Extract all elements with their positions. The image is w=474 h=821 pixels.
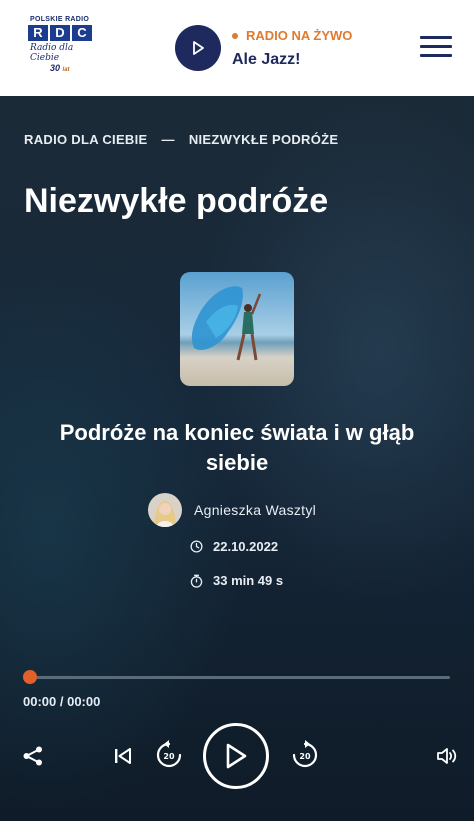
live-radio-text: RADIO NA ŻYWO (246, 28, 353, 43)
podcast-player-section: RADIO DLA CIEBIE — NIEZWYKŁE PODRÓŻE Nie… (0, 96, 474, 821)
live-play-button[interactable] (175, 25, 221, 71)
episode-title: Podróże na koniec świata i w głąb siebie (59, 420, 415, 475)
clock-icon (190, 540, 203, 553)
rewind-seconds-label: 20 (163, 752, 175, 761)
skip-to-start-icon (115, 748, 131, 764)
episode-author[interactable]: Agnieszka Wasztyl (148, 493, 316, 527)
rewind-20-icon: 20 (156, 740, 182, 768)
stopwatch-icon (190, 574, 203, 588)
episode-cover-image (180, 272, 294, 386)
play-button[interactable] (203, 723, 269, 789)
live-radio-label[interactable]: RADIO NA ŻYWO (232, 28, 352, 43)
author-name: Agnieszka Wasztyl (194, 502, 317, 518)
skip-to-start-button[interactable] (110, 743, 136, 769)
share-icon (23, 746, 42, 766)
logo-letter-r: R (28, 25, 48, 41)
logo-anniversary: 30 lat (50, 63, 70, 73)
rewind-20-button[interactable]: 20 (154, 738, 184, 772)
page: POLSKIE RADIO R D C Radio dla Ciebie 30 … (0, 0, 474, 821)
logo-letters: R D C (28, 25, 100, 41)
menu-button[interactable] (420, 36, 452, 60)
forward-seconds-label: 20 (299, 752, 311, 761)
episode-date: 22.10.2022 (190, 539, 278, 554)
author-avatar (148, 493, 182, 527)
volume-icon (437, 748, 457, 764)
breadcrumb-item-radio-dla-ciebie[interactable]: RADIO DLA CIEBIE (24, 132, 148, 147)
site-header: POLSKIE RADIO R D C Radio dla Ciebie 30 … (0, 0, 474, 96)
logo-top-text: POLSKIE RADIO (30, 16, 90, 23)
episode-duration-text: 33 min 49 s (213, 573, 284, 588)
forward-20-icon: 20 (292, 740, 318, 768)
breadcrumb-separator: — (161, 132, 175, 147)
rdc-logo[interactable]: POLSKIE RADIO R D C Radio dla Ciebie 30 … (28, 16, 100, 76)
time-readout: 00:00 / 00:00 (23, 694, 101, 709)
player-controls: 20 20 (0, 718, 474, 798)
hamburger-menu-icon (420, 36, 452, 39)
logo-letter-d: D (50, 25, 70, 41)
logo-letter-c: C (72, 25, 92, 41)
progress-bar[interactable] (30, 676, 450, 679)
page-title: Niezwykłe podróże (24, 182, 329, 220)
breadcrumb-item-niezwykle-podroze[interactable]: NIEZWYKŁE PODRÓŻE (189, 132, 339, 147)
breadcrumb: RADIO DLA CIEBIE — NIEZWYKŁE PODRÓŻE (24, 132, 338, 147)
forward-20-button[interactable]: 20 (290, 738, 320, 772)
volume-button[interactable] (434, 743, 460, 769)
live-dot-icon (232, 32, 238, 39)
play-icon (193, 41, 204, 55)
episode-date-text: 22.10.2022 (213, 539, 279, 554)
share-button[interactable] (20, 743, 46, 769)
progress-handle[interactable] (23, 670, 37, 684)
play-icon (226, 743, 247, 769)
episode-duration: 33 min 49 s (190, 573, 283, 588)
live-station-name[interactable]: Ale Jazz! (232, 51, 300, 69)
logo-script-text: Radio dla Ciebie (30, 43, 74, 63)
